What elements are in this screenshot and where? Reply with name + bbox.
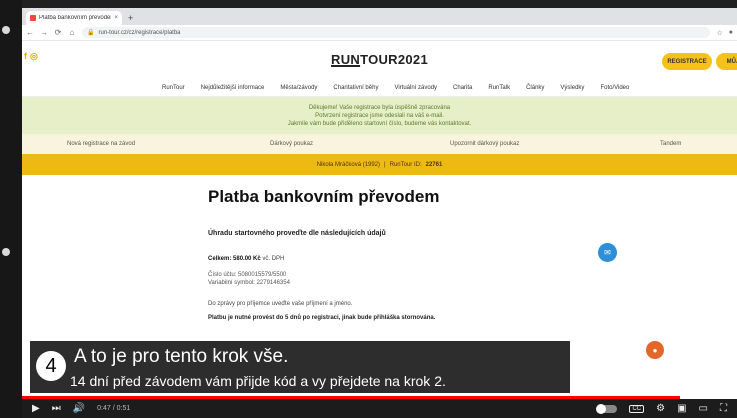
tab-title: Platba bankovním převodem - F [39,15,111,21]
subtitles-icon[interactable]: CC [629,404,645,413]
home-icon[interactable]: ⌂ [68,28,76,37]
nav-item-charity[interactable]: Charita [453,85,472,91]
address-bar[interactable]: 🔒 run-tour.cz/cz/registrace/platba [82,27,711,38]
url-text: run-tour.cz/cz/registrace/platba [98,29,181,36]
user-name: Nikola Mráčková (1992) [316,161,381,168]
payment-deadline-note: Platbu je nutné provést do 5 dnů po regi… [208,315,436,321]
registration-steps: Nová registrace na závod Dárkový poukaz … [22,134,737,154]
browser-tab[interactable]: Platba bankovním převodem - F × [26,11,122,25]
step-number-badge: 4 [36,351,66,381]
video-controls: ▶ ⏭ 🔊 0:47 / 0:51 CC ⚙ ▣ ▭ ⛶ [22,399,737,418]
desktop-edge [0,0,22,418]
site-header: f◎ RUNTOUR2021 REGISTRACE MŮJ Ú [22,41,737,79]
step-tandem[interactable]: Tandem [660,141,681,147]
step-voucher-notice[interactable]: Upozornit dárkový poukaz [450,141,519,147]
caption-line-2: 14 dní před závodem vám přijde kód a vy … [70,373,446,389]
tab-strip: Platba bankovním převodem - F × + [22,8,737,25]
nav-item-results[interactable]: Výsledky [560,85,584,91]
nav-item-cities[interactable]: Města/závody [280,85,317,91]
next-icon[interactable]: ⏭ [52,403,61,414]
main-nav: RunTour Nejdůležitější informace Města/z… [22,79,737,97]
page-title: Platba bankovním převodem [208,187,440,206]
settings-icon[interactable]: ⚙ [656,403,665,414]
reload-icon[interactable]: ⟳ [54,28,62,37]
total-amount: Celkem: 580.00 Kč vč. DPH [208,256,285,262]
favicon-icon [30,15,36,21]
video-frame: Platba bankovním převodem - F × + ← → ⟳ … [0,0,737,418]
notice-line: Potvrzení registrace jsme odeslali na vá… [315,112,444,119]
payment-instructions-heading: Úhradu startovného proveďte dle následuj… [208,230,386,237]
step-gift-voucher[interactable]: Dárkový poukaz [270,141,313,147]
runtour-id-label: RunTour ID: [389,161,422,168]
fullscreen-icon[interactable]: ⛶ [720,403,727,414]
nav-item-photo[interactable]: Foto/Video [600,85,629,91]
caption-line-1: A to je pro tento krok vše. [74,346,289,367]
theater-icon[interactable]: ▭ [699,403,708,414]
autoplay-toggle[interactable] [596,403,618,414]
volume-icon[interactable]: 🔊 [73,403,85,414]
notice-line: Děkujeme! Vaše registrace byla úspěšně z… [308,104,451,111]
step-new-registration[interactable]: Nová registrace na závod [67,141,135,147]
time-display: 0:47 / 0:51 [97,405,131,412]
video-caption: 4 A to je pro tento krok vše. 14 dní pře… [30,341,570,393]
nav-item-runtalk[interactable]: RunTalk [488,85,510,91]
user-bar: Nikola Mráčková (1992) | RunTour ID: 227… [22,154,737,175]
bank-details: Číslo účtu: 5080015579/5500 Variabilní s… [208,271,290,287]
site-logo[interactable]: RUNTOUR2021 [22,52,737,67]
edge-dot-icon [2,26,10,34]
browser-toolbar: ← → ⟳ ⌂ 🔒 run-tour.cz/cz/registrace/plat… [22,25,737,41]
separator: | [384,161,386,168]
star-icon[interactable]: ☆ [716,29,722,37]
account-number: Číslo účtu: 5080015579/5500 [208,272,287,278]
nav-item-articles[interactable]: Články [526,85,544,91]
nav-item-runtour[interactable]: RunTour [162,85,185,91]
back-icon[interactable]: ← [26,28,34,37]
lock-icon: 🔒 [87,30,95,36]
close-icon[interactable]: × [114,15,118,21]
payment-message-note: Do zprávy pro příjemce uveďte vaše příjm… [208,301,353,307]
nav-item-info[interactable]: Nejdůležitější informace [201,85,265,91]
chat-icon[interactable]: ✉ [598,243,617,262]
new-tab-button[interactable]: + [128,13,133,23]
play-icon[interactable]: ▶ [32,403,40,414]
nav-item-virtual[interactable]: Virtuální závody [394,85,437,91]
my-zone-button[interactable]: MŮJ Ú [716,53,737,70]
runtour-id-value: 22761 [425,161,443,168]
register-button[interactable]: REGISTRACE [662,53,712,70]
forward-icon[interactable]: → [40,28,48,37]
success-notice: Děkujeme! Vaše registrace byla úspěšně z… [22,97,737,134]
notice-line: Jakmile vám bude přiděleno startovní čís… [287,120,472,127]
miniplayer-icon[interactable]: ▣ [677,403,686,414]
nav-item-charity-runs[interactable]: Charitativní běhy [333,85,378,91]
profile-icon[interactable]: ● [729,29,733,36]
support-chat-icon[interactable]: ● [646,341,664,359]
variable-symbol: Variabilní symbol: 2279146354 [208,280,290,286]
edge-dot-icon [2,248,10,256]
